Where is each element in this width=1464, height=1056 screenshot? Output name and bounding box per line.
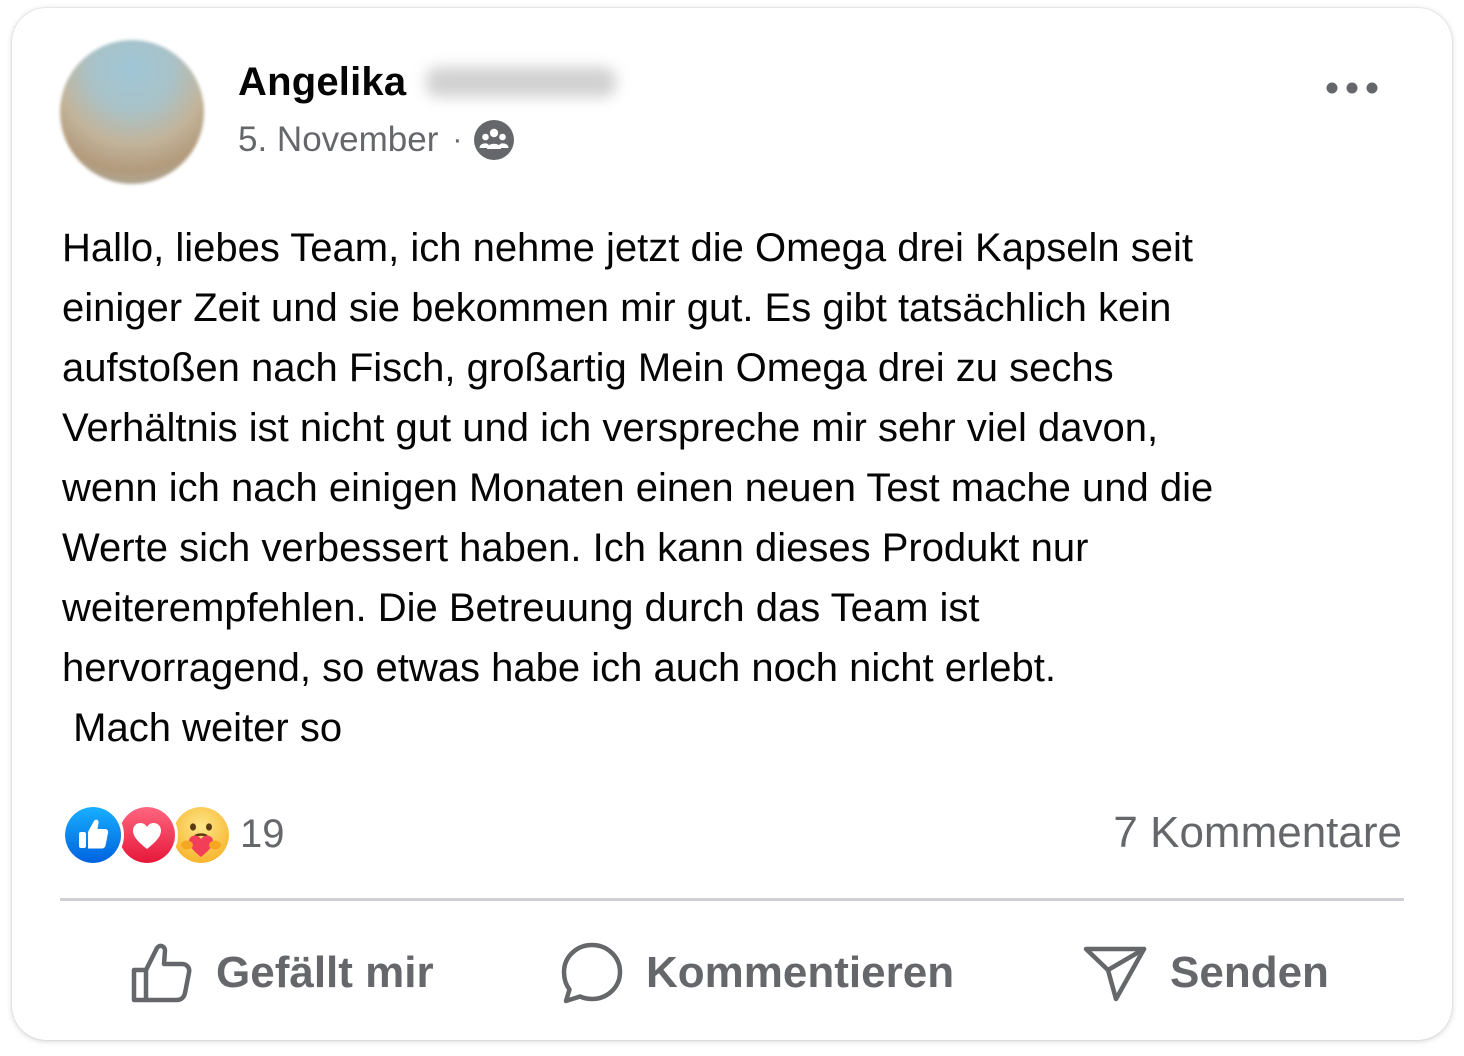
comment-button[interactable]: Kommentieren — [560, 938, 954, 1008]
post-card: Angelika 5. November · Hallo, liebes Tea… — [12, 8, 1452, 1040]
meta-separator: · — [452, 123, 463, 156]
author-name[interactable]: Angelika — [238, 60, 406, 105]
care-icon — [170, 804, 232, 866]
love-icon — [116, 804, 178, 866]
like-icon — [62, 804, 124, 866]
post-date[interactable]: 5. November — [238, 120, 438, 160]
comment-icon — [561, 942, 623, 1004]
send-button[interactable]: Senden — [1082, 938, 1329, 1008]
like-label: Gefällt mir — [216, 948, 434, 997]
thumbs-up-icon — [131, 943, 192, 1003]
avatar[interactable] — [60, 40, 204, 184]
author-name-row: Angelika — [238, 58, 617, 106]
more-options-icon[interactable] — [1322, 68, 1382, 108]
comments-count[interactable]: 7 Kommentare — [1113, 808, 1402, 858]
post-text: Hallo, liebes Team, ich nehme jetzt die … — [62, 226, 1214, 750]
send-icon — [1083, 946, 1147, 1002]
reaction-count: 19 — [240, 811, 285, 856]
post-meta: 5. November · — [238, 118, 515, 162]
like-button[interactable]: Gefällt mir — [130, 938, 434, 1008]
send-label: Senden — [1170, 948, 1329, 997]
author-last-name-blurred — [426, 67, 617, 97]
group-icon[interactable] — [474, 120, 515, 160]
divider — [60, 898, 1404, 901]
comment-label: Kommentieren — [646, 948, 955, 997]
reaction-icons — [62, 804, 232, 866]
reactions-summary[interactable]: 19 — [62, 804, 285, 866]
